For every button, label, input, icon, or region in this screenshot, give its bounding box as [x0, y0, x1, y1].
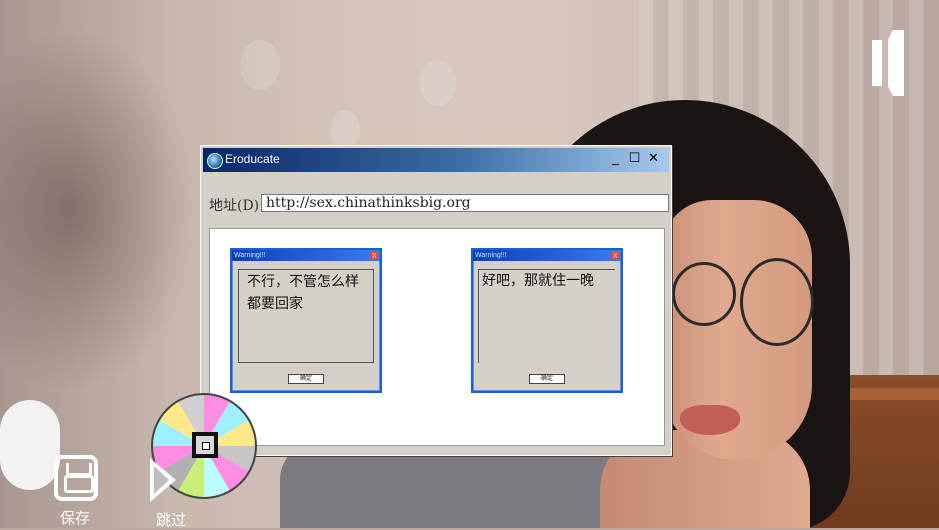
warning-dialog-2[interactable]: Warning!!! X 好吧，那就住一晚 确定: [471, 248, 623, 393]
window-titlebar[interactable]: Eroducate _ ☐ ✕: [203, 148, 669, 172]
address-label: 地址(D): [209, 198, 260, 214]
dialog-title: Warning!!!: [475, 252, 507, 259]
close-icon: X: [613, 253, 618, 260]
glasses-left-lens: [672, 262, 736, 326]
address-input[interactable]: http://sex.chinathinksbig.org: [261, 194, 669, 212]
dialog-ok-button[interactable]: 确定: [529, 374, 565, 384]
pause-button[interactable]: [872, 30, 906, 96]
close-button[interactable]: ✕: [645, 152, 662, 168]
dialog-close-button[interactable]: X: [611, 251, 619, 260]
pause-icon: [888, 30, 904, 96]
save-label[interactable]: 保存: [60, 507, 90, 528]
glasses-right-lens: [740, 258, 814, 346]
pause-icon: [872, 40, 882, 86]
wallpaper-pattern: [330, 110, 360, 150]
dialog-ok-button[interactable]: 确定: [288, 374, 324, 384]
wallpaper-pattern: [420, 60, 456, 106]
minimize-button[interactable]: _: [607, 152, 624, 168]
dialog-titlebar: Warning!!! X: [473, 250, 621, 261]
dialog-close-button[interactable]: X: [370, 251, 378, 260]
page-content: Warning!!! X 不行，不管怎么样 都要回家 确定 Warning!!!…: [209, 228, 665, 446]
warning-dialog-1[interactable]: Warning!!! X 不行，不管怎么样 都要回家 确定: [230, 248, 382, 393]
close-icon: X: [372, 253, 377, 260]
close-icon: ✕: [648, 151, 659, 166]
floppy-disk-icon: [64, 475, 94, 493]
dialog-message-line: 都要回家: [247, 296, 303, 312]
maximize-icon: ☐: [628, 151, 641, 166]
dialog-message: 不行，不管怎么样 都要回家: [238, 269, 374, 363]
browser-window: Eroducate _ ☐ ✕ 地址(D) http://sex.chinath…: [200, 145, 672, 456]
save-button[interactable]: [54, 455, 98, 501]
dialog-message: 好吧，那就住一晚: [478, 269, 615, 363]
plush-toy: [0, 400, 60, 490]
dialog-message-line: 好吧，那就住一晚: [482, 273, 594, 289]
maximize-button[interactable]: ☐: [626, 152, 643, 168]
skip-label[interactable]: 跳过: [156, 509, 186, 530]
dialog-message-line: 不行，不管怎么样: [247, 274, 359, 290]
wallpaper-pattern: [240, 40, 280, 90]
dialog-title: Warning!!!: [234, 252, 266, 259]
person-lips: [680, 405, 740, 435]
minimize-icon: _: [612, 151, 619, 166]
globe-icon: [207, 153, 223, 169]
play-triangle-icon[interactable]: [150, 458, 176, 502]
disc-hub: [192, 432, 218, 458]
dialog-titlebar: Warning!!! X: [232, 250, 380, 261]
window-title: Eroducate: [225, 152, 280, 166]
